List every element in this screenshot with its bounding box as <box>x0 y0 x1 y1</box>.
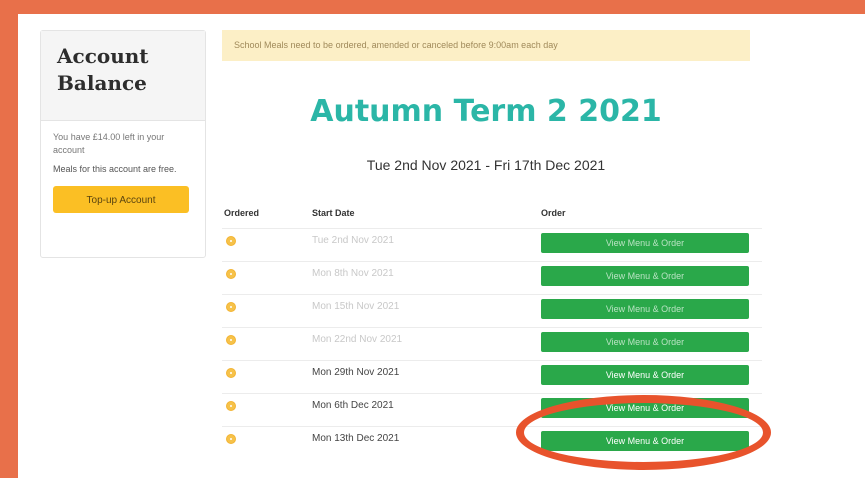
start-date: Mon 15th Nov 2021 <box>312 301 400 312</box>
ordered-status-icon <box>226 269 236 279</box>
column-header-start-date: Start Date <box>312 208 355 218</box>
table-row: Mon 15th Nov 2021 View Menu & Order <box>222 294 762 327</box>
start-date: Mon 22nd Nov 2021 <box>312 334 403 345</box>
order-deadline-notice: School Meals need to be ordered, amended… <box>222 30 750 61</box>
start-date: Tue 2nd Nov 2021 <box>312 235 394 246</box>
view-menu-order-button[interactable]: View Menu & Order <box>541 233 749 253</box>
weeks-table: Ordered Start Date Order Tue 2nd Nov 202… <box>222 208 762 459</box>
view-menu-order-button[interactable]: View Menu & Order <box>541 365 749 385</box>
view-menu-order-button[interactable]: View Menu & Order <box>541 266 749 286</box>
view-menu-order-button[interactable]: View Menu & Order <box>541 299 749 319</box>
account-balance-header: Account Balance <box>41 31 205 121</box>
ordered-status-icon <box>226 434 236 444</box>
page: Account Balance You have £14.00 left in … <box>18 14 865 478</box>
free-meals-text: Meals for this account are free. <box>53 164 177 174</box>
view-menu-order-button[interactable]: View Menu & Order <box>541 332 749 352</box>
account-balance-title: Account Balance <box>57 44 149 95</box>
table-header: Ordered Start Date Order <box>222 208 762 228</box>
topup-account-button[interactable]: Top-up Account <box>53 186 189 213</box>
ordered-status-icon <box>226 401 236 411</box>
account-balance-body: You have £14.00 left in your account Mea… <box>41 121 205 223</box>
term-dates: Tue 2nd Nov 2021 - Fri 17th Dec 2021 <box>366 157 606 173</box>
start-date: Mon 29th Nov 2021 <box>312 367 400 378</box>
view-menu-order-button[interactable]: View Menu & Order <box>541 431 749 451</box>
table-row: Mon 6th Dec 2021 View Menu & Order <box>222 393 762 426</box>
table-row: Mon 13th Dec 2021 View Menu & Order <box>222 426 762 459</box>
balance-text: You have £14.00 left in your account <box>53 132 165 155</box>
ordered-status-icon <box>226 368 236 378</box>
table-row: Mon 29th Nov 2021 View Menu & Order <box>222 360 762 393</box>
ordered-status-icon <box>226 335 236 345</box>
table-row: Tue 2nd Nov 2021 View Menu & Order <box>222 228 762 261</box>
start-date: Mon 8th Nov 2021 <box>312 268 394 279</box>
start-date: Mon 13th Dec 2021 <box>312 433 400 444</box>
column-header-order: Order <box>541 208 566 218</box>
table-row: Mon 8th Nov 2021 View Menu & Order <box>222 261 762 294</box>
ordered-status-icon <box>226 236 236 246</box>
account-balance-card: Account Balance You have £14.00 left in … <box>40 30 206 258</box>
column-header-ordered: Ordered <box>224 208 260 218</box>
term-title: Autumn Term 2 2021 <box>310 94 662 129</box>
table-row: Mon 22nd Nov 2021 View Menu & Order <box>222 327 762 360</box>
start-date: Mon 6th Dec 2021 <box>312 400 394 411</box>
ordered-status-icon <box>226 302 236 312</box>
view-menu-order-button[interactable]: View Menu & Order <box>541 398 749 418</box>
